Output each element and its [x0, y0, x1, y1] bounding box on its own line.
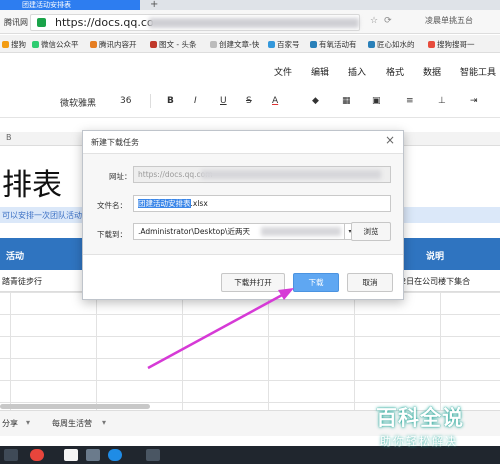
- arrow-shaft: [147, 292, 285, 370]
- annotation-arrow: [147, 288, 294, 370]
- arrow-head: [278, 288, 294, 300]
